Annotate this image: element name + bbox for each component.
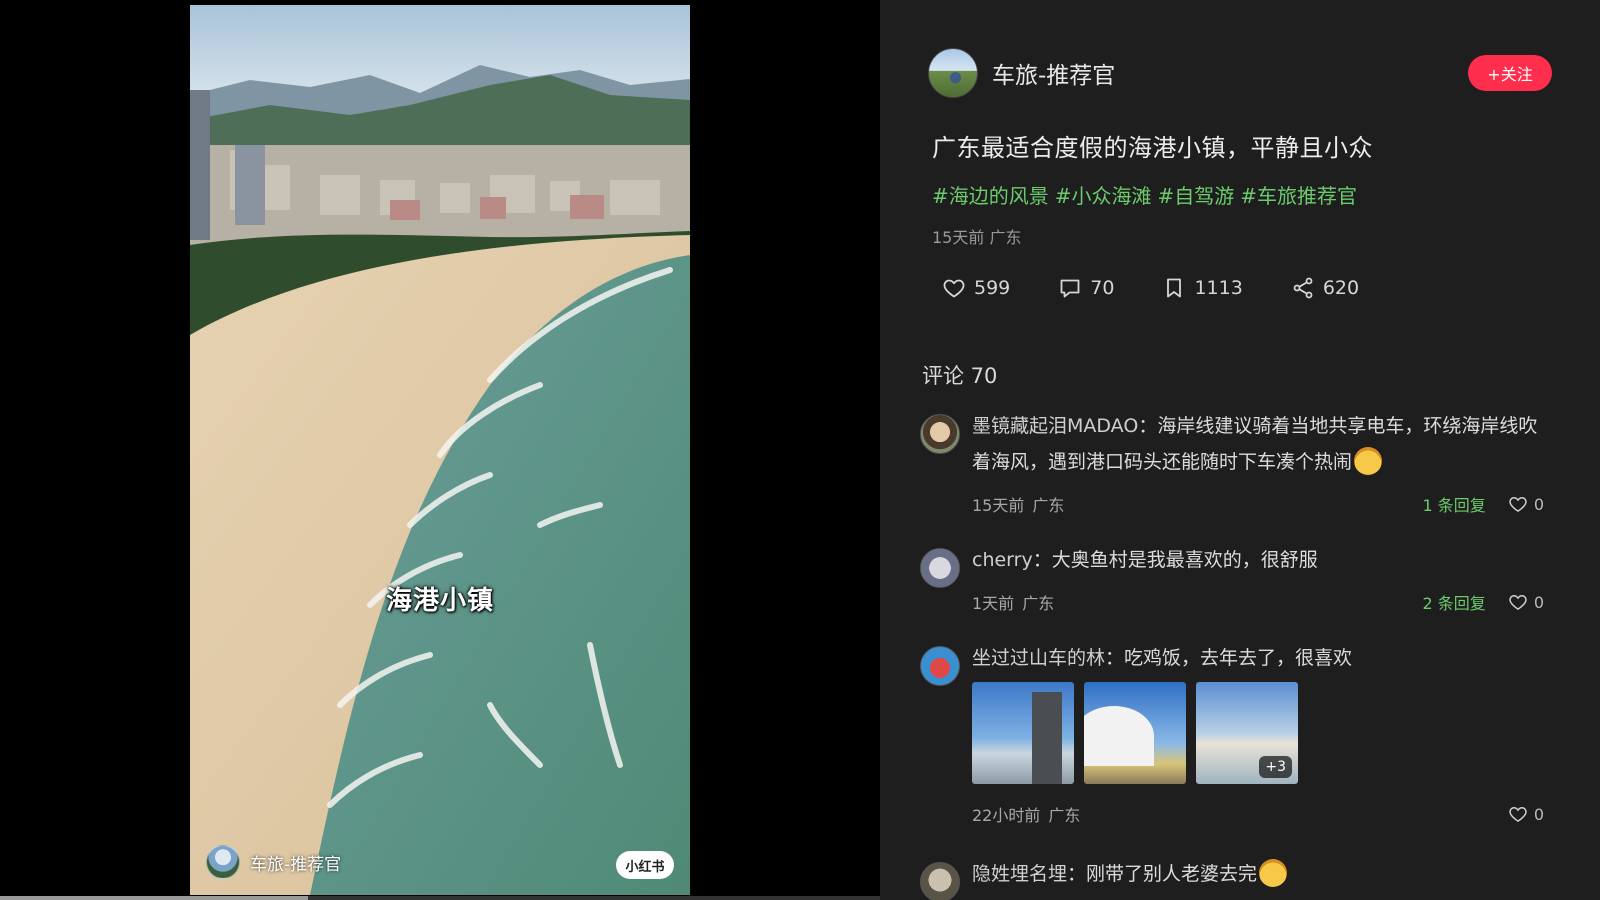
share-icon <box>1293 277 1313 299</box>
like-button[interactable]: 599 <box>942 276 1010 300</box>
heart-icon <box>1509 594 1527 610</box>
comment-meta: 15天前 广东 1 条回复 0 <box>972 492 1544 516</box>
comment-image-gallery: +3 <box>972 682 1544 784</box>
author-name[interactable]: 车旅-推荐官 <box>992 56 1115 90</box>
tag-link[interactable]: #海边的风景 <box>932 180 1049 209</box>
post-date-location: 15天前 广东 <box>932 228 1022 247</box>
comment-icon <box>1060 279 1080 298</box>
comment-content: ：刚带了别人老婆去完 <box>1067 863 1258 885</box>
tag-link[interactable]: #车旅推荐官 <box>1240 180 1357 209</box>
comment-location: 广东 <box>1032 496 1065 515</box>
view-replies-link[interactable]: 1 条回复 <box>1423 492 1486 516</box>
comment-location: 广东 <box>1048 806 1081 825</box>
comment-body: 墨镜藏起泪MADAO：海岸线建议骑着当地共享电车，环绕海岸线吹着海风，遇到港口码… <box>972 414 1544 516</box>
note-detail-panel: 车旅-推荐官 +关注 广东最适合度假的海港小镇，平静且小众 #海边的风景 #小众… <box>880 0 1600 900</box>
author-header: 车旅-推荐官 +关注 <box>928 48 1552 98</box>
comment-body: 坐过过山车的林：吃鸡饭，去年去了，很喜欢 +3 22小时前 广东 0 <box>972 646 1544 826</box>
media-panel: 海港小镇 车旅-推荐官 小红书 <box>0 0 880 900</box>
more-images-badge: +3 <box>1259 756 1292 778</box>
tag-link[interactable]: #小众海滩 <box>1055 180 1152 209</box>
comment-time: 15天前 <box>972 496 1025 515</box>
comments-header: 评论 70 <box>922 364 998 388</box>
post-title: 广东最适合度假的海港小镇，平静且小众 <box>932 134 1373 162</box>
comment-like-button[interactable]: 0 <box>1508 494 1544 514</box>
video-player[interactable]: 海港小镇 车旅-推荐官 小红书 <box>190 5 690 895</box>
comment-image-thumbnail[interactable]: +3 <box>1196 682 1298 784</box>
comment-text: 坐过过山车的林：吃鸡饭，去年去了，很喜欢 <box>972 640 1544 676</box>
author-avatar[interactable] <box>928 48 978 98</box>
comment-text: cherry：大奥鱼村是我最喜欢的，很舒服 <box>972 542 1544 578</box>
comment-like-count: 0 <box>1533 494 1544 514</box>
commenter-avatar[interactable] <box>920 548 960 588</box>
collect-count: 1113 <box>1194 277 1243 299</box>
comment-button[interactable]: 70 <box>1058 276 1114 300</box>
comment-body: cherry：大奥鱼村是我最喜欢的，很舒服 1天前 广东 2 条回复 0 <box>972 548 1544 614</box>
commenter-name[interactable]: 墨镜藏起泪MADAO <box>972 415 1138 437</box>
comment-like-button[interactable]: 0 <box>1508 592 1544 612</box>
comment-time: 22小时前 <box>972 806 1041 825</box>
commenter-avatar[interactable] <box>920 646 960 686</box>
comment-like-count: 0 <box>1533 592 1544 612</box>
beach-scene-image <box>190 5 690 895</box>
bookmark-icon <box>1167 278 1182 298</box>
comment-text: 墨镜藏起泪MADAO：海岸线建议骑着当地共享电车，环绕海岸线吹着海风，遇到港口码… <box>972 408 1544 480</box>
view-replies-link[interactable]: 2 条回复 <box>1423 590 1486 614</box>
video-author-avatar <box>206 845 240 879</box>
commenter-name[interactable]: cherry <box>972 549 1033 571</box>
comment-like-button[interactable]: 0 <box>1508 804 1544 824</box>
comment-text: 隐姓埋名埋：刚带了别人老婆去完 <box>972 856 1544 892</box>
commenter-name[interactable]: 隐姓埋名埋 <box>972 863 1067 885</box>
tag-link[interactable]: #自驾游 <box>1158 180 1235 209</box>
comment-content: ：吃鸡饭，去年去了，很喜欢 <box>1105 647 1353 669</box>
commenter-name[interactable]: 坐过过山车的林 <box>972 647 1105 669</box>
comment-body: 隐姓埋名埋：刚带了别人老婆去完 <box>972 858 1544 892</box>
post-tags: #海边的风景 #小众海滩 #自驾游 #车旅推荐官 <box>932 180 1357 209</box>
video-author-overlay: 车旅-推荐官 <box>206 845 341 879</box>
share-count: 620 <box>1322 277 1360 299</box>
engagement-bar: 599 70 1113 620 <box>942 276 1407 300</box>
commenter-avatar[interactable] <box>920 862 960 900</box>
app-window: 海港小镇 车旅-推荐官 小红书 车旅-推荐官 +关注 广东最适合度假的海港小镇，… <box>0 0 1600 900</box>
follow-button[interactable]: +关注 <box>1468 55 1552 91</box>
video-progress-fill <box>0 896 308 900</box>
heart-icon <box>1509 496 1527 512</box>
comment-count: 70 <box>1090 277 1115 299</box>
like-count: 599 <box>974 277 1011 299</box>
pagoda-shape <box>1032 692 1062 784</box>
comment-content: ：大奥鱼村是我最喜欢的，很舒服 <box>1032 549 1318 571</box>
video-caption: 海港小镇 <box>385 586 494 616</box>
commenter-avatar[interactable] <box>920 414 960 454</box>
comment-image-thumbnail[interactable] <box>972 682 1074 784</box>
comment-location: 广东 <box>1022 594 1055 613</box>
collect-button[interactable]: 1113 <box>1162 276 1243 300</box>
xiaohongshu-watermark: 小红书 <box>616 851 674 879</box>
dome-shape <box>1084 706 1154 766</box>
comment-like-count: 0 <box>1533 804 1544 824</box>
comment-meta: 22小时前 广东 0 <box>972 802 1544 826</box>
video-author-name: 车旅-推荐官 <box>250 854 342 875</box>
video-progress-bar[interactable] <box>0 896 880 900</box>
heart-icon <box>943 279 965 298</box>
heart-icon <box>1509 806 1527 822</box>
emoji-icon <box>1259 858 1288 887</box>
comment-image-thumbnail[interactable] <box>1084 682 1186 784</box>
emoji-icon <box>1354 446 1383 475</box>
share-button[interactable]: 620 <box>1291 276 1359 300</box>
comment-time: 1天前 <box>972 594 1015 613</box>
comment-meta: 1天前 广东 2 条回复 0 <box>972 590 1544 614</box>
